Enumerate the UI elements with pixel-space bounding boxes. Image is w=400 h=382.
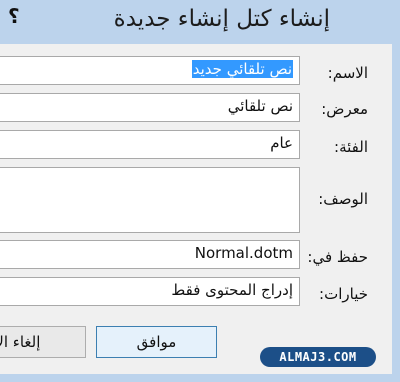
window-frame-bottom — [0, 374, 400, 382]
window-frame-right — [392, 44, 400, 382]
description-field[interactable] — [0, 167, 300, 233]
title-bar: ؟ إنشاء كتل إنشاء جديدة — [0, 0, 400, 44]
save-in-label: حفظ في: — [307, 248, 368, 266]
options-label: خيارات: — [319, 285, 368, 303]
ok-button[interactable]: موافق — [96, 326, 217, 358]
category-label: الفئة: — [334, 138, 368, 156]
category-field[interactable]: عام — [0, 130, 300, 159]
save-in-field[interactable]: Normal.dotm — [0, 240, 300, 269]
help-icon[interactable]: ؟ — [8, 4, 20, 28]
cancel-button-label: إلغاء الأمر — [0, 333, 41, 351]
description-label: الوصف: — [318, 190, 368, 208]
watermark-logo: ALMAJ3.COM — [260, 347, 376, 367]
name-field-value: نص تلقائي جديد — [191, 60, 293, 78]
gallery-field[interactable]: نص تلقائي — [0, 93, 300, 122]
name-label: الاسم: — [327, 64, 368, 82]
options-field[interactable]: إدراج المحتوى فقط — [0, 277, 300, 306]
dialog-body: الاسم: نص تلقائي جديد معرض: نص تلقائي ال… — [0, 44, 393, 374]
name-field[interactable]: نص تلقائي جديد — [0, 56, 300, 85]
gallery-label: معرض: — [321, 100, 368, 118]
dialog-title: إنشاء كتل إنشاء جديدة — [113, 6, 330, 32]
cancel-button[interactable]: إلغاء الأمر — [0, 326, 86, 358]
